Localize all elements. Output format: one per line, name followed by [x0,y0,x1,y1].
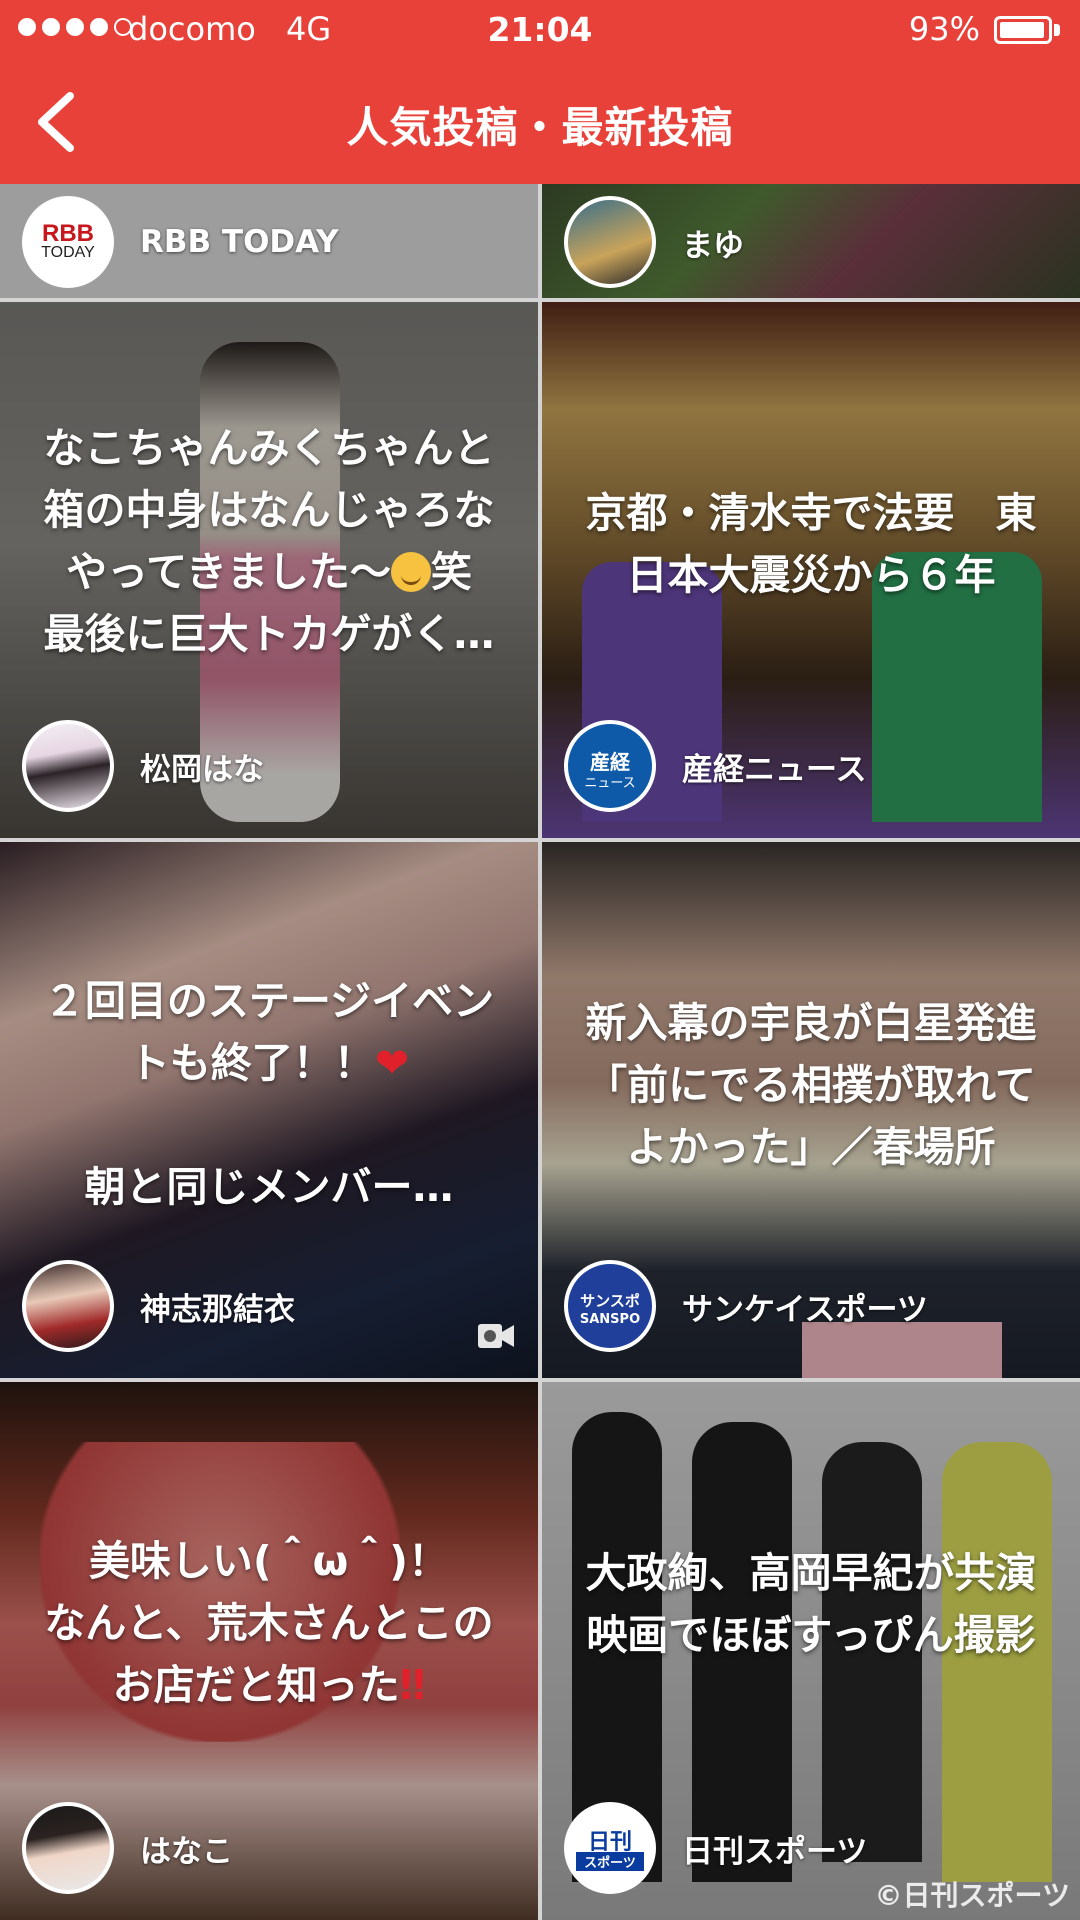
sanspo-logo: サンスポ SANSPO [564,1260,656,1352]
author-row: サンスポ SANSPO サンケイスポーツ [564,1260,928,1352]
post-tile[interactable]: 京都・清水寺で法要 東 日本大震災から６年 産経 ニュース 産経ニュース [542,302,1080,838]
post-tile[interactable]: 新入幕の宇良が白星発進 「前にでる相撲が取れて よかった」／春場所 サンスポ S… [542,842,1080,1378]
post-tile[interactable]: なこちゃんみくちゃんと 箱の中身はなんじゃろな やってきました〜笑 最後に巨大ト… [0,302,538,838]
battery-icon [994,16,1052,44]
author-name: 松岡はな [140,751,264,788]
avatar [22,1260,114,1352]
author-row: 産経 ニュース 産経ニュース [564,720,866,812]
author-name: サンケイスポーツ [682,1291,928,1328]
video-camera-icon [476,1318,516,1354]
author-row: 日刊 スポーツ 日刊スポーツ [564,1802,867,1894]
post-tile[interactable]: 美味しい(＾ω＾)！ なんと、荒木さんとこの お店だと知った‼ はなこ [0,1382,538,1920]
battery-tip-icon [1054,24,1060,36]
page-title: 人気投稿・最新投稿 [346,103,734,152]
avatar [22,720,114,812]
post-text: ２回目のステージイベン トも終了！！❤ 朝と同じメンバー… [43,977,495,1211]
status-bar: docomo 4G 21:04 93% [0,0,1080,60]
avatar [22,1802,114,1894]
post-text: なこちゃんみくちゃんと 箱の中身はなんじゃろな やってきました〜笑 最後に巨大ト… [43,424,495,658]
double-exclamation-emoji-icon: ‼ [399,1661,426,1709]
sankei-news-logo: 産経 ニュース [564,720,656,812]
post-tile[interactable]: 大政絢、高岡早紀が共演 映画でほぼすっぴん撮影 日刊 スポーツ 日刊スポーツ ©… [542,1382,1080,1920]
author-row: はなこ [22,1802,233,1894]
post-tile[interactable]: ２回目のステージイベン トも終了！！❤ 朝と同じメンバー… 神志那結衣 [0,842,538,1378]
photo-credit-watermark: ©日刊スポーツ [874,1879,1070,1912]
author-name: 神志那結衣 [140,1291,295,1328]
author-name: RBB TODAY [140,224,339,260]
heart-emoji-icon: ❤ [374,1039,410,1087]
avatar [564,196,656,288]
author-row: RBB TODAY RBB TODAY [22,196,339,288]
nikkan-sports-logo: 日刊 スポーツ [564,1802,656,1894]
navigation-bar: 人気投稿・最新投稿 [0,60,1080,184]
author-row: 神志那結衣 [22,1260,295,1352]
author-name: はなこ [140,1833,233,1870]
author-name: まゆ [682,227,744,264]
post-tile-rbb-today[interactable]: RBB TODAY RBB TODAY [0,184,538,298]
post-tile-mayu[interactable]: まゆ [542,184,1080,298]
post-grid: RBB TODAY RBB TODAY まゆ なこちゃんみくちゃんと 箱の中身は… [0,184,1080,1920]
author-row: まゆ [564,196,744,288]
rbb-today-logo: RBB TODAY [22,196,114,288]
battery-percentage: 93% [908,10,980,48]
post-text: 大政絢、高岡早紀が共演 映画でほぼすっぴん撮影 [585,1549,1037,1659]
author-name: 日刊スポーツ [682,1833,868,1870]
post-text: 京都・清水寺で法要 東 日本大震災から６年 [585,489,1037,599]
smiling-blush-emoji-icon [390,552,431,592]
author-row: 松岡はな [22,720,264,812]
author-name: 産経ニュース [682,751,867,788]
post-text: 新入幕の宇良が白星発進 「前にでる相撲が取れて よかった」／春場所 [585,999,1037,1171]
post-text: 美味しい(＾ω＾)！ なんと、荒木さんとこの お店だと知った‼ [44,1537,494,1709]
